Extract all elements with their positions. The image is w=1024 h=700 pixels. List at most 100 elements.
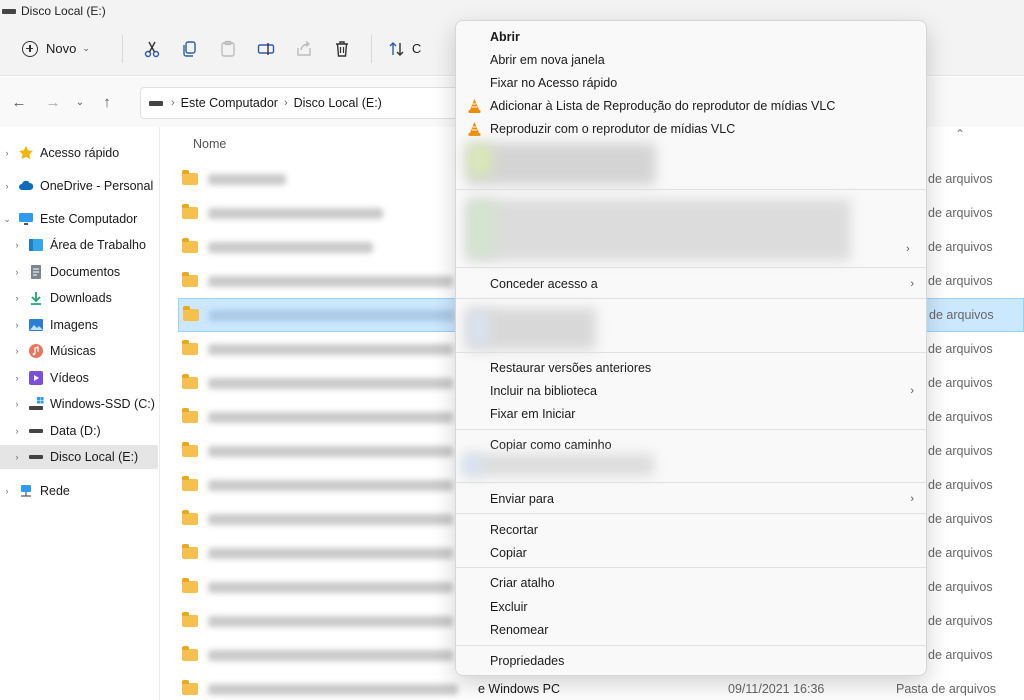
menu-item-restore-versions[interactable]: Restaurar versões anteriores <box>456 356 926 379</box>
menu-item-label: Restaurar versões anteriores <box>490 360 652 375</box>
menu-item-label: Recortar <box>490 522 538 537</box>
blurred-menu-item <box>464 454 654 476</box>
sidebar-item-label: Rede <box>40 484 70 498</box>
expand-chevron-icon[interactable]: › <box>10 426 24 436</box>
file-type: de arquivos <box>928 444 993 458</box>
menu-item-label: Reproduzir com o reprodutor de mídias VL… <box>490 121 736 136</box>
sidebar-item-data-d[interactable]: › Data (D:) <box>0 419 158 443</box>
menu-item-pin-start[interactable]: Fixar em Iniciar <box>456 402 926 425</box>
sidebar-item-local-disk-e[interactable]: › Disco Local (E:) <box>0 445 158 469</box>
recent-locations-button[interactable]: ⌄ <box>70 87 90 117</box>
folder-icon <box>182 238 198 253</box>
sort-button[interactable]: C <box>382 33 427 65</box>
cut-button[interactable] <box>133 33 171 65</box>
menu-separator <box>456 645 926 646</box>
menu-item-send-to[interactable]: Enviar para › <box>456 487 926 510</box>
sidebar-item-network[interactable]: › Rede <box>0 479 158 503</box>
menu-item-label: Abrir em nova janela <box>490 52 605 67</box>
sidebar-item-quick-access[interactable]: › Acesso rápido <box>0 141 158 165</box>
back-button[interactable]: ← <box>2 87 36 117</box>
plus-circle-icon <box>22 40 38 57</box>
menu-item-rename[interactable]: Renomear <box>456 618 926 641</box>
menu-item-copy[interactable]: Copiar <box>456 541 926 564</box>
sidebar-item-videos[interactable]: › Vídeos <box>0 366 158 390</box>
folder-icon <box>182 442 198 457</box>
folder-icon <box>182 578 198 593</box>
menu-item-label: Propriedades <box>490 653 565 668</box>
menu-item-create-shortcut[interactable]: Criar atalho <box>456 571 926 594</box>
breadcrumb-chevron-icon: › <box>283 97 288 109</box>
expand-chevron-icon[interactable]: › <box>0 148 14 158</box>
up-button[interactable]: ↑ <box>90 87 124 117</box>
address-bar[interactable]: › Este Computador › Disco Local (E:) <box>140 87 480 119</box>
file-type: de arquivos <box>929 308 994 322</box>
menu-item-delete[interactable]: Excluir <box>456 595 926 618</box>
drive-icon <box>28 449 44 465</box>
new-button[interactable]: Novo ⌄ <box>18 33 94 65</box>
paste-button[interactable] <box>209 33 247 65</box>
menu-item-open-new-window[interactable]: Abrir em nova janela <box>456 48 926 71</box>
toolbar-divider <box>370 34 372 63</box>
expand-chevron-icon[interactable]: › <box>10 346 24 356</box>
menu-item-open[interactable]: Abrir <box>456 25 926 48</box>
blurred-file-name <box>208 513 453 525</box>
file-name: e Windows PC <box>478 682 560 696</box>
blurred-menu-item <box>466 199 851 261</box>
menu-item-label: Enviar para <box>490 491 554 506</box>
window-title: Disco Local (E:) <box>21 4 106 18</box>
sidebar-item-label: Imagens <box>50 318 98 332</box>
file-type: de arquivos <box>928 410 993 424</box>
delete-button[interactable] <box>323 33 361 65</box>
copy-button[interactable] <box>171 33 209 65</box>
expand-chevron-icon[interactable]: › <box>10 267 24 277</box>
expand-chevron-icon[interactable]: › <box>10 320 24 330</box>
sidebar-item-onedrive[interactable]: › OneDrive - Personal <box>0 174 158 198</box>
rename-button[interactable] <box>247 33 285 65</box>
menu-item-include-library[interactable]: Incluir na biblioteca › <box>456 379 926 402</box>
menu-item-label: Abrir <box>490 29 520 44</box>
expand-chevron-icon[interactable]: › <box>10 399 24 409</box>
expand-chevron-icon[interactable]: › <box>0 486 14 496</box>
menu-item-label: Renomear <box>490 622 549 637</box>
menu-item-copy-path[interactable]: Copiar como caminho <box>456 433 926 456</box>
collapse-chevron-icon[interactable]: ⌄ <box>0 214 14 225</box>
menu-item-label: Fixar em Iniciar <box>490 406 576 421</box>
expand-chevron-icon[interactable]: › <box>10 293 24 303</box>
sidebar-item-music[interactable]: › Músicas <box>0 339 158 363</box>
menu-item-vlc-add-playlist[interactable]: Adicionar à Lista de Reprodução do repro… <box>456 94 926 117</box>
new-button-label: Novo <box>46 41 77 56</box>
blurred-menu-icon <box>464 455 482 475</box>
sidebar-item-downloads[interactable]: › Downloads <box>0 286 158 310</box>
expand-chevron-icon[interactable]: › <box>10 452 24 462</box>
expand-chevron-icon[interactable]: › <box>10 373 24 383</box>
breadcrumb-this-pc[interactable]: Este Computador <box>181 96 278 110</box>
sidebar-item-documents[interactable]: › Documentos <box>0 260 158 284</box>
sidebar-item-windows-ssd[interactable]: › Windows-SSD (C:) <box>0 392 158 416</box>
submenu-arrow-icon: › <box>910 492 914 505</box>
menu-item-give-access[interactable]: Conceder acesso a › <box>456 272 926 295</box>
column-header-name[interactable]: Nome <box>193 137 226 151</box>
breadcrumb-local-disk[interactable]: Disco Local (E:) <box>294 96 382 110</box>
table-row[interactable]: e Windows PC 09/11/2021 16:36 Pasta de a… <box>178 672 1024 700</box>
blurred-file-name <box>208 411 453 423</box>
menu-separator <box>456 189 926 190</box>
menu-item-vlc-play[interactable]: Reproduzir com o reprodutor de mídias VL… <box>456 117 926 140</box>
sidebar-item-this-pc[interactable]: ⌄ Este Computador <box>0 207 158 231</box>
menu-item-properties[interactable]: Propriedades <box>456 649 926 672</box>
blurred-file-name <box>208 615 453 627</box>
arrow-left-icon: ← <box>11 93 27 111</box>
menu-item-pin-quick-access[interactable]: Fixar no Acesso rápido <box>456 71 926 94</box>
blurred-menu-item <box>466 143 656 185</box>
menu-item-label: Adicionar à Lista de Reprodução do repro… <box>490 98 836 113</box>
expand-chevron-icon[interactable]: › <box>0 181 14 191</box>
blurred-menu-icon <box>468 201 496 257</box>
toolbar-divider <box>121 34 123 63</box>
share-button[interactable] <box>285 33 323 65</box>
menu-item-cut[interactable]: Recortar <box>456 518 926 541</box>
sidebar-item-desktop[interactable]: › Área de Trabalho <box>0 233 158 257</box>
expand-chevron-icon[interactable]: › <box>10 240 24 250</box>
forward-button[interactable]: → <box>36 87 70 117</box>
sidebar-item-pictures[interactable]: › Imagens <box>0 313 158 337</box>
file-type: de arquivos <box>928 512 993 526</box>
windows-drive-icon <box>28 396 44 412</box>
